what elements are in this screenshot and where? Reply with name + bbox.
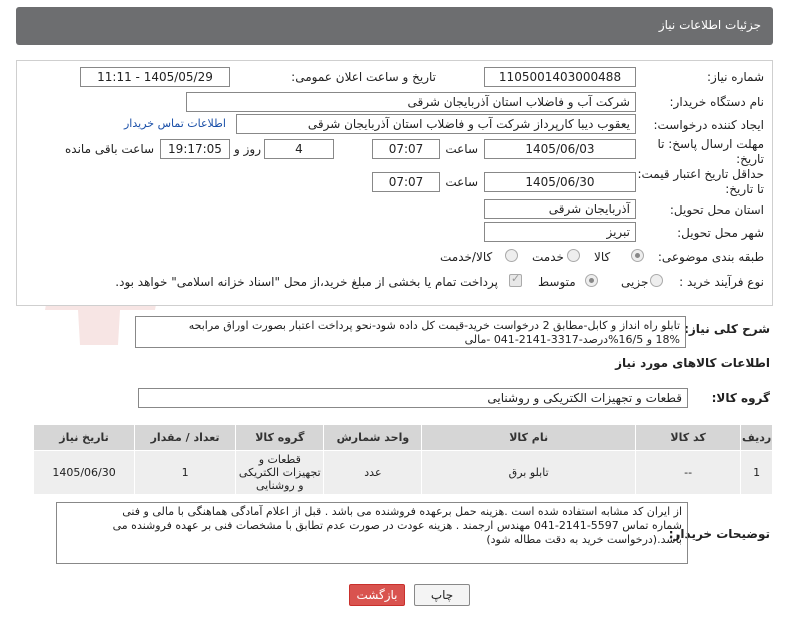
validity-time-label: ساعت	[445, 175, 478, 189]
days-label: روز و	[234, 142, 261, 156]
category-goods-service-radio[interactable]	[505, 249, 518, 262]
deadline-date-field: 1405/06/03	[484, 139, 636, 159]
category-service-radio[interactable]	[567, 249, 580, 262]
table-row: 1 -- تابلو برق عدد قطعات و تجهیزات الکتر…	[32, 450, 773, 495]
goods-group-field: قطعات و تجهیزات الکتریکی و روشنایی	[138, 388, 688, 408]
city-field: تبریز	[484, 222, 636, 242]
need-number-label: شماره نیاز:	[707, 70, 764, 84]
province-label: استان محل تحویل:	[669, 203, 764, 217]
col-date: تاریخ نیاز	[32, 424, 136, 451]
validity-time-field: 07:07	[372, 172, 440, 192]
buyer-notes-line-2: شماره تماس 5597-2141-041 مهندس ارجمند . …	[112, 519, 682, 532]
col-qty: تعداد / مقدار	[134, 424, 237, 451]
deadline-time-field: 07:07	[372, 139, 440, 159]
print-button[interactable]: چاپ	[414, 584, 470, 606]
deadline-label: مهلت ارسال پاسخ: تا تاریخ:	[657, 137, 764, 166]
page-title: جزئیات اطلاعات نیاز	[658, 18, 761, 32]
category-service-label: خدمت	[532, 250, 564, 264]
description-line-2: 18% و 16/5%درصد-3317-2141-041 -مالی	[464, 333, 680, 346]
need-number-field: 1105001403000488	[484, 67, 636, 87]
process-label: نوع فرآیند خرید :	[679, 275, 764, 289]
col-name: نام کالا	[421, 424, 636, 451]
payment-checkbox[interactable]	[509, 272, 522, 287]
buyer-org-field: شرکت آب و فاضلاب استان آذربایجان شرقی	[186, 92, 636, 112]
validity-label: حداقل تاریخ اعتبار قیمت: تا تاریخ:	[637, 167, 764, 196]
process-medium-label: متوسط	[538, 275, 576, 289]
validity-date-field: 1405/06/30	[484, 172, 636, 192]
goods-section-title: اطلاعات کالاهای مورد نیاز	[615, 356, 770, 370]
description-field: تابلو راه انداز و کابل-مطابق 2 درخواست خ…	[135, 316, 686, 348]
category-goods-radio[interactable]	[631, 249, 644, 262]
goods-table: ردیف کد کالا نام کالا واحد شمارش گروه کا…	[32, 424, 773, 495]
description-line-1: تابلو راه انداز و کابل-مطابق 2 درخواست خ…	[188, 319, 680, 332]
buyer-notes-line-3: باشد.(درخواست خرید به دقت مطاله شود)	[486, 533, 682, 546]
announce-label: تاریخ و ساعت اعلان عمومی:	[291, 70, 436, 84]
cell-qty: 1	[134, 450, 237, 495]
cell-group: قطعات و تجهیزات الکتریکی و روشنایی	[235, 450, 325, 495]
cell-unit: عدد	[323, 450, 423, 495]
announce-field: 1405/05/29 - 11:11	[80, 67, 230, 87]
requester-label: ایجاد کننده درخواست:	[653, 118, 764, 132]
contact-info-link[interactable]: اطلاعات تماس خریدار	[124, 117, 226, 130]
category-goods-service-label: کالا/خدمت	[440, 250, 493, 264]
col-group: گروه کالا	[235, 424, 325, 451]
remaining-time-label: ساعت باقی مانده	[65, 142, 155, 156]
process-medium-radio[interactable]	[585, 274, 598, 287]
remaining-time-field: 19:17:05	[160, 139, 230, 159]
cell-name: تابلو برق	[421, 450, 636, 495]
cell-row: 1	[740, 450, 773, 495]
process-minor-label: جزیی	[621, 275, 649, 289]
buyer-notes-line-1: از ایران کد مشابه استفاده شده است .هزینه…	[122, 505, 682, 518]
category-goods-label: کالا	[594, 250, 611, 264]
cell-code: --	[634, 450, 742, 495]
back-button[interactable]: بازگشت	[349, 584, 405, 606]
buyer-org-label: نام دستگاه خریدار:	[669, 95, 765, 109]
days-remaining-field: 4	[264, 139, 334, 159]
process-minor-radio[interactable]	[650, 274, 663, 287]
city-label: شهر محل تحویل:	[677, 226, 764, 240]
description-label: شرح کلی نیاز:	[684, 322, 770, 336]
goods-table-header: ردیف کد کالا نام کالا واحد شمارش گروه کا…	[32, 424, 773, 451]
cell-date: 1405/06/30	[32, 450, 136, 495]
deadline-time-label: ساعت	[445, 142, 478, 156]
col-code: کد کالا	[634, 424, 742, 451]
header-bar: جزئیات اطلاعات نیاز	[16, 7, 773, 45]
payment-note: پرداخت تمام یا بخشی از مبلغ خرید،از محل …	[115, 275, 498, 289]
requester-field: یعقوب دیبا کارپرداز شرکت آب و فاضلاب است…	[236, 114, 636, 134]
col-unit: واحد شمارش	[323, 424, 423, 451]
category-label: طبقه بندی موضوعی:	[657, 250, 764, 264]
province-field: آذربایجان شرقی	[484, 199, 636, 219]
col-row: ردیف	[740, 424, 773, 451]
goods-group-label: گروه کالا:	[711, 391, 770, 405]
buyer-notes-field: از ایران کد مشابه استفاده شده است .هزینه…	[56, 502, 688, 564]
